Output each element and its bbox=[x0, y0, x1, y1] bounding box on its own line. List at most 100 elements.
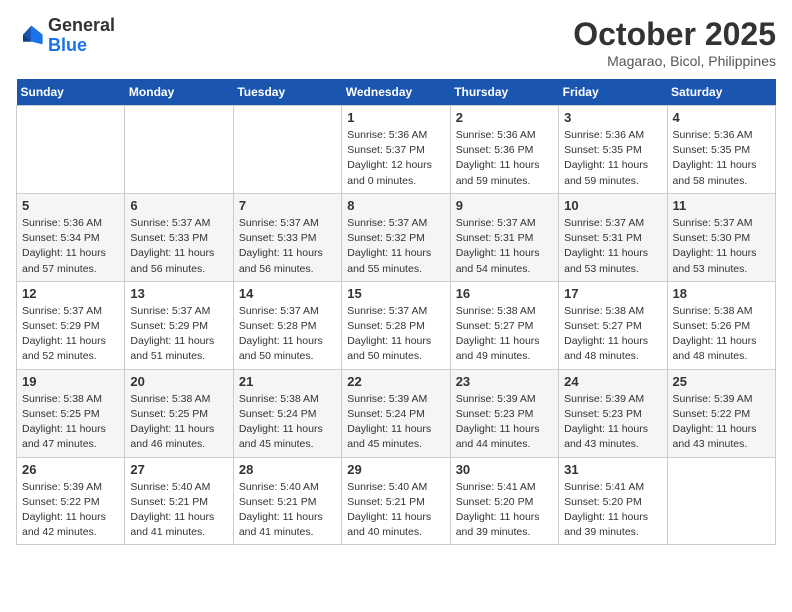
day-info: Sunrise: 5:37 AM Sunset: 5:29 PM Dayligh… bbox=[22, 304, 119, 365]
day-info: Sunrise: 5:36 AM Sunset: 5:37 PM Dayligh… bbox=[347, 128, 444, 189]
day-info: Sunrise: 5:41 AM Sunset: 5:20 PM Dayligh… bbox=[456, 480, 553, 541]
calendar-cell: 7 Sunrise: 5:37 AM Sunset: 5:33 PM Daylig… bbox=[233, 193, 341, 281]
calendar-week-1: 1 Sunrise: 5:36 AM Sunset: 5:37 PM Daylig… bbox=[17, 106, 776, 194]
calendar-cell: 13Sunrise: 5:37 AM Sunset: 5:29 PM Dayli… bbox=[125, 281, 233, 369]
day-info: Sunrise: 5:36 AM Sunset: 5:35 PM Dayligh… bbox=[673, 128, 770, 189]
calendar-cell: 1 Sunrise: 5:36 AM Sunset: 5:37 PM Daylig… bbox=[342, 106, 450, 194]
day-number: 31 bbox=[564, 462, 661, 477]
page-header: General Blue October 2025 Magarao, Bicol… bbox=[16, 16, 776, 69]
calendar-cell: 28Sunrise: 5:40 AM Sunset: 5:21 PM Dayli… bbox=[233, 457, 341, 545]
calendar-table: SundayMondayTuesdayWednesdayThursdayFrid… bbox=[16, 79, 776, 545]
day-info: Sunrise: 5:37 AM Sunset: 5:30 PM Dayligh… bbox=[673, 216, 770, 277]
day-number: 27 bbox=[130, 462, 227, 477]
day-info: Sunrise: 5:38 AM Sunset: 5:24 PM Dayligh… bbox=[239, 392, 336, 453]
calendar-cell bbox=[125, 106, 233, 194]
day-number: 1 bbox=[347, 110, 444, 125]
calendar-cell: 30 Sunrise: 5:41 AM Sunset: 5:20 PM Dayli… bbox=[450, 457, 558, 545]
weekday-header-wednesday: Wednesday bbox=[342, 79, 450, 106]
calendar-cell: 4 Sunrise: 5:36 AM Sunset: 5:35 PM Daylig… bbox=[667, 106, 775, 194]
weekday-header-tuesday: Tuesday bbox=[233, 79, 341, 106]
calendar-cell: 10Sunrise: 5:37 AM Sunset: 5:31 PM Dayli… bbox=[559, 193, 667, 281]
day-info: Sunrise: 5:37 AM Sunset: 5:31 PM Dayligh… bbox=[564, 216, 661, 277]
day-number: 3 bbox=[564, 110, 661, 125]
day-number: 23 bbox=[456, 374, 553, 389]
calendar-cell: 21 Sunrise: 5:38 AM Sunset: 5:24 PM Dayli… bbox=[233, 369, 341, 457]
calendar-cell bbox=[667, 457, 775, 545]
calendar-cell: 24Sunrise: 5:39 AM Sunset: 5:23 PM Dayli… bbox=[559, 369, 667, 457]
day-info: Sunrise: 5:37 AM Sunset: 5:33 PM Dayligh… bbox=[239, 216, 336, 277]
day-number: 11 bbox=[673, 198, 770, 213]
day-info: Sunrise: 5:41 AM Sunset: 5:20 PM Dayligh… bbox=[564, 480, 661, 541]
day-info: Sunrise: 5:37 AM Sunset: 5:33 PM Dayligh… bbox=[130, 216, 227, 277]
calendar-cell: 22 Sunrise: 5:39 AM Sunset: 5:24 PM Dayli… bbox=[342, 369, 450, 457]
day-number: 4 bbox=[673, 110, 770, 125]
day-info: Sunrise: 5:40 AM Sunset: 5:21 PM Dayligh… bbox=[347, 480, 444, 541]
day-number: 7 bbox=[239, 198, 336, 213]
calendar-week-4: 19 Sunrise: 5:38 AM Sunset: 5:25 PM Dayli… bbox=[17, 369, 776, 457]
day-info: Sunrise: 5:40 AM Sunset: 5:21 PM Dayligh… bbox=[239, 480, 336, 541]
calendar-cell: 26 Sunrise: 5:39 AM Sunset: 5:22 PM Dayli… bbox=[17, 457, 125, 545]
logo: General Blue bbox=[16, 16, 115, 56]
logo-line2: Blue bbox=[48, 36, 115, 56]
day-number: 13 bbox=[130, 286, 227, 301]
calendar-week-5: 26 Sunrise: 5:39 AM Sunset: 5:22 PM Dayli… bbox=[17, 457, 776, 545]
day-info: Sunrise: 5:36 AM Sunset: 5:35 PM Dayligh… bbox=[564, 128, 661, 189]
calendar-cell: 8 Sunrise: 5:37 AM Sunset: 5:32 PM Daylig… bbox=[342, 193, 450, 281]
calendar-cell: 5Sunrise: 5:36 AM Sunset: 5:34 PM Daylig… bbox=[17, 193, 125, 281]
day-number: 30 bbox=[456, 462, 553, 477]
day-number: 17 bbox=[564, 286, 661, 301]
weekday-header-monday: Monday bbox=[125, 79, 233, 106]
day-number: 14 bbox=[239, 286, 336, 301]
day-info: Sunrise: 5:39 AM Sunset: 5:23 PM Dayligh… bbox=[456, 392, 553, 453]
calendar-week-3: 12Sunrise: 5:37 AM Sunset: 5:29 PM Dayli… bbox=[17, 281, 776, 369]
calendar-cell: 25Sunrise: 5:39 AM Sunset: 5:22 PM Dayli… bbox=[667, 369, 775, 457]
calendar-cell: 31 Sunrise: 5:41 AM Sunset: 5:20 PM Dayli… bbox=[559, 457, 667, 545]
day-number: 20 bbox=[130, 374, 227, 389]
calendar-cell: 9 Sunrise: 5:37 AM Sunset: 5:31 PM Daylig… bbox=[450, 193, 558, 281]
day-number: 26 bbox=[22, 462, 119, 477]
calendar-cell: 14 Sunrise: 5:37 AM Sunset: 5:28 PM Dayli… bbox=[233, 281, 341, 369]
weekday-header-sunday: Sunday bbox=[17, 79, 125, 106]
location-subtitle: Magarao, Bicol, Philippines bbox=[573, 53, 776, 69]
calendar-cell: 6 Sunrise: 5:37 AM Sunset: 5:33 PM Daylig… bbox=[125, 193, 233, 281]
day-number: 2 bbox=[456, 110, 553, 125]
weekday-header-friday: Friday bbox=[559, 79, 667, 106]
day-info: Sunrise: 5:39 AM Sunset: 5:24 PM Dayligh… bbox=[347, 392, 444, 453]
logo-icon bbox=[16, 22, 44, 50]
calendar-cell: 16Sunrise: 5:38 AM Sunset: 5:27 PM Dayli… bbox=[450, 281, 558, 369]
calendar-cell: 3 Sunrise: 5:36 AM Sunset: 5:35 PM Daylig… bbox=[559, 106, 667, 194]
day-number: 18 bbox=[673, 286, 770, 301]
day-info: Sunrise: 5:39 AM Sunset: 5:22 PM Dayligh… bbox=[673, 392, 770, 453]
day-number: 19 bbox=[22, 374, 119, 389]
day-number: 24 bbox=[564, 374, 661, 389]
calendar-cell: 29 Sunrise: 5:40 AM Sunset: 5:21 PM Dayli… bbox=[342, 457, 450, 545]
calendar-cell: 2 Sunrise: 5:36 AM Sunset: 5:36 PM Daylig… bbox=[450, 106, 558, 194]
day-number: 6 bbox=[130, 198, 227, 213]
day-info: Sunrise: 5:37 AM Sunset: 5:32 PM Dayligh… bbox=[347, 216, 444, 277]
weekday-header-saturday: Saturday bbox=[667, 79, 775, 106]
weekday-header-row: SundayMondayTuesdayWednesdayThursdayFrid… bbox=[17, 79, 776, 106]
calendar-cell: 23 Sunrise: 5:39 AM Sunset: 5:23 PM Dayli… bbox=[450, 369, 558, 457]
day-number: 21 bbox=[239, 374, 336, 389]
calendar-cell: 18Sunrise: 5:38 AM Sunset: 5:26 PM Dayli… bbox=[667, 281, 775, 369]
weekday-header-thursday: Thursday bbox=[450, 79, 558, 106]
day-number: 29 bbox=[347, 462, 444, 477]
day-number: 9 bbox=[456, 198, 553, 213]
title-block: October 2025 Magarao, Bicol, Philippines bbox=[573, 16, 776, 69]
calendar-cell: 12Sunrise: 5:37 AM Sunset: 5:29 PM Dayli… bbox=[17, 281, 125, 369]
day-info: Sunrise: 5:37 AM Sunset: 5:28 PM Dayligh… bbox=[239, 304, 336, 365]
day-info: Sunrise: 5:38 AM Sunset: 5:27 PM Dayligh… bbox=[564, 304, 661, 365]
calendar-cell: 15 Sunrise: 5:37 AM Sunset: 5:28 PM Dayli… bbox=[342, 281, 450, 369]
day-number: 8 bbox=[347, 198, 444, 213]
day-info: Sunrise: 5:38 AM Sunset: 5:25 PM Dayligh… bbox=[22, 392, 119, 453]
day-number: 22 bbox=[347, 374, 444, 389]
logo-line1: General bbox=[48, 16, 115, 36]
calendar-cell: 19 Sunrise: 5:38 AM Sunset: 5:25 PM Dayli… bbox=[17, 369, 125, 457]
day-info: Sunrise: 5:36 AM Sunset: 5:36 PM Dayligh… bbox=[456, 128, 553, 189]
day-info: Sunrise: 5:36 AM Sunset: 5:34 PM Dayligh… bbox=[22, 216, 119, 277]
day-info: Sunrise: 5:39 AM Sunset: 5:22 PM Dayligh… bbox=[22, 480, 119, 541]
calendar-cell bbox=[17, 106, 125, 194]
day-number: 15 bbox=[347, 286, 444, 301]
day-info: Sunrise: 5:37 AM Sunset: 5:28 PM Dayligh… bbox=[347, 304, 444, 365]
day-info: Sunrise: 5:37 AM Sunset: 5:31 PM Dayligh… bbox=[456, 216, 553, 277]
